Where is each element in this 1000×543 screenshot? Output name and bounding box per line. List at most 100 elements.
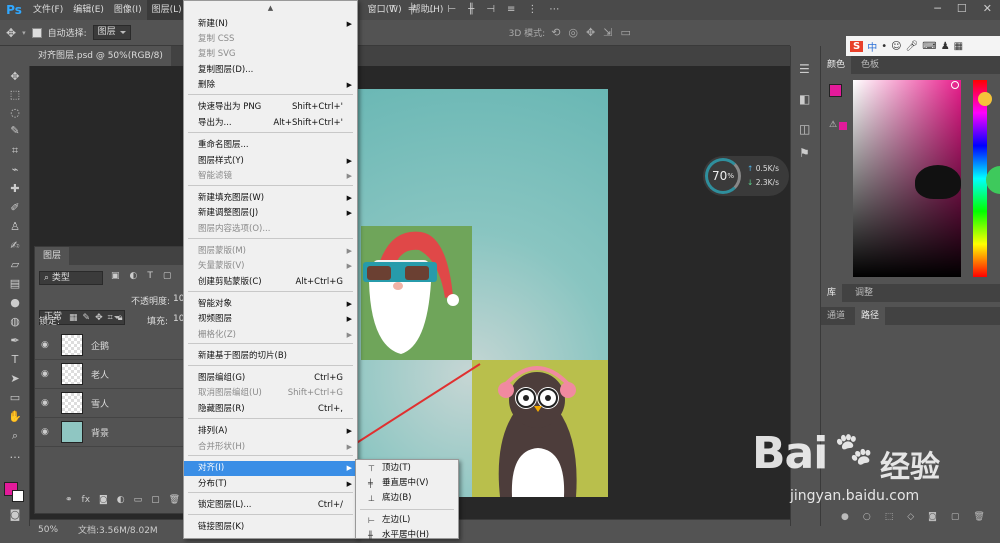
lock-paint-icon[interactable]: ✎ bbox=[83, 313, 91, 323]
tab-adjustments[interactable]: 调整 bbox=[849, 284, 879, 302]
mask-icon[interactable]: ◙ bbox=[99, 495, 108, 505]
crop-tool-icon[interactable]: ⌗ bbox=[7, 144, 23, 158]
visibility-eye-icon[interactable]: ◉ bbox=[41, 398, 55, 408]
align-vcenter-icon[interactable]: ╪ bbox=[409, 4, 415, 16]
menu-item[interactable]: 视频图层 ▶ bbox=[184, 312, 357, 327]
menu-layer[interactable]: 图层(L) bbox=[146, 0, 187, 20]
image-filter-icon[interactable]: ▣ bbox=[111, 271, 120, 285]
adjust-icon[interactable]: ◫ bbox=[799, 122, 810, 136]
maximize-icon[interactable]: ☐ bbox=[957, 2, 967, 18]
tab-channels[interactable]: 通道 bbox=[821, 307, 851, 325]
new-layer-icon[interactable]: ▢ bbox=[151, 495, 160, 505]
color-picker-cursor[interactable] bbox=[951, 81, 959, 89]
gamut-swatch[interactable] bbox=[839, 122, 847, 130]
move-tool-icon[interactable]: ✥ bbox=[7, 70, 23, 84]
menu-item[interactable]: 链接图层(K) bbox=[184, 520, 357, 535]
align-submenu-item[interactable]: ╪ 垂直居中(V) bbox=[356, 476, 458, 491]
history-brush-tool-icon[interactable]: ✍ bbox=[7, 239, 23, 253]
type-filter-icon[interactable]: T bbox=[147, 271, 153, 285]
marquee-tool-icon[interactable]: ⬚ bbox=[7, 88, 23, 102]
trash-icon[interactable]: 🗑︎ bbox=[169, 495, 180, 505]
align-submenu-item[interactable]: ⊥ 底边(B) bbox=[356, 491, 458, 506]
healing-tool-icon[interactable]: ✚ bbox=[7, 182, 23, 196]
menu-item[interactable]: 新建基于图层的切片(B) bbox=[184, 349, 357, 364]
pen-tool-icon[interactable]: ✒ bbox=[7, 334, 23, 348]
menu-item[interactable]: 分布(T) ▶ bbox=[184, 477, 357, 492]
tab-paths[interactable]: 路径 bbox=[855, 307, 886, 325]
blur-tool-icon[interactable]: ● bbox=[7, 296, 23, 310]
align-right-icon[interactable]: ⊣ bbox=[486, 4, 495, 16]
punctuation-icon[interactable]: • bbox=[881, 41, 887, 52]
more-tools-icon[interactable]: … bbox=[7, 448, 23, 462]
adjustment-filter-icon[interactable]: ◐ bbox=[130, 271, 138, 285]
menu-edit[interactable]: 编辑(E) bbox=[68, 0, 109, 20]
adjustment-icon[interactable]: ◐ bbox=[117, 495, 125, 505]
layer-row[interactable]: ◉ 企鹅 bbox=[35, 331, 185, 360]
type-tool-icon[interactable]: T bbox=[7, 353, 23, 367]
gradient-tool-icon[interactable]: ▤ bbox=[7, 277, 23, 291]
tab-libraries[interactable]: 库 bbox=[821, 284, 843, 302]
distribute-horizontal-icon[interactable]: ⋯ bbox=[549, 4, 559, 16]
align-bottom-icon[interactable]: ⊥ bbox=[427, 4, 436, 16]
layer-row[interactable]: ◉ 背景 bbox=[35, 418, 185, 447]
menu-file[interactable]: 文件(F) bbox=[28, 0, 68, 20]
emoji-icon[interactable]: ☺ bbox=[891, 41, 901, 52]
zoom-tool-icon[interactable]: ⌕ bbox=[7, 429, 23, 443]
menu-item[interactable]: 创建剪贴蒙版(C) Alt+Ctrl+G bbox=[184, 275, 357, 290]
document-tab[interactable]: 对齐图层.psd @ 50%(RGB/8) bbox=[30, 46, 171, 66]
eraser-tool-icon[interactable]: ▱ bbox=[7, 258, 23, 272]
align-submenu-item[interactable]: ╫ 水平居中(H) bbox=[356, 528, 458, 543]
microphone-icon[interactable]: 🎤︎ bbox=[906, 41, 919, 52]
close-icon[interactable]: ✕ bbox=[983, 2, 992, 18]
quick-mask-icon[interactable]: ◙ bbox=[7, 508, 23, 522]
menu-item[interactable]: 新建(N) ▶ bbox=[184, 17, 357, 32]
background-color-swatch[interactable] bbox=[12, 490, 24, 502]
auto-select-checkbox[interactable] bbox=[31, 27, 42, 38]
keyboard-icon[interactable]: ⌨ bbox=[922, 41, 936, 52]
menu-item[interactable]: 快速导出为 PNG Shift+Ctrl+' bbox=[184, 100, 357, 115]
minimize-icon[interactable]: ─ bbox=[934, 2, 941, 18]
menu-item[interactable]: 隐藏图层(R) Ctrl+, bbox=[184, 402, 357, 417]
rectangle-tool-icon[interactable]: ▭ bbox=[7, 391, 23, 405]
eyedropper-tool-icon[interactable]: ⌁ bbox=[7, 163, 23, 177]
shape-filter-icon[interactable]: ▢ bbox=[163, 271, 172, 285]
toolbox-icon[interactable]: ▦ bbox=[954, 41, 963, 52]
menu-item[interactable]: 新建填充图层(W) ▶ bbox=[184, 191, 357, 206]
visibility-eye-icon[interactable]: ◉ bbox=[41, 427, 55, 437]
layer-filter-dropdown[interactable]: ⌕ 类型 bbox=[39, 271, 103, 285]
chevron-down-icon[interactable]: ▾ bbox=[22, 29, 26, 37]
path-select-tool-icon[interactable]: ➤ bbox=[7, 372, 23, 386]
fx-icon[interactable]: fx bbox=[82, 495, 91, 505]
tab-swatches[interactable]: 色板 bbox=[855, 56, 885, 74]
visibility-eye-icon[interactable]: ◉ bbox=[41, 369, 55, 379]
skin-icon[interactable]: ♟ bbox=[941, 41, 950, 52]
menu-item[interactable]: 删除 ▶ bbox=[184, 78, 357, 93]
stamp-tool-icon[interactable]: ♙ bbox=[7, 220, 23, 234]
align-hcenter-icon[interactable]: ╫ bbox=[468, 4, 474, 16]
lock-position-icon[interactable]: ✥ bbox=[95, 313, 103, 323]
dodge-tool-icon[interactable]: ◍ bbox=[7, 315, 23, 329]
align-top-icon[interactable]: ⊤ bbox=[388, 4, 397, 16]
link-icon[interactable]: ⚭ bbox=[65, 495, 73, 505]
menu-item[interactable]: 智能对象 ▶ bbox=[184, 297, 357, 312]
menu-item[interactable]: 图层编组(G) Ctrl+G bbox=[184, 371, 357, 386]
menu-scroll-up-icon[interactable]: ▲ bbox=[184, 1, 357, 15]
menu-item[interactable]: 新建调整图层(J) ▶ bbox=[184, 206, 357, 221]
zoom-level[interactable]: 50% bbox=[38, 525, 58, 535]
history-icon[interactable]: ☰ bbox=[799, 62, 810, 76]
ime-mode[interactable]: 中 bbox=[867, 39, 877, 54]
brush-tool-icon[interactable]: ✐ bbox=[7, 201, 23, 215]
menu-image[interactable]: 图像(I) bbox=[109, 0, 147, 20]
layer-row[interactable]: ◉ 老人 bbox=[35, 360, 185, 389]
layer-row[interactable]: ◉ 雪人 bbox=[35, 389, 185, 418]
lock-pixels-icon[interactable]: ▦ bbox=[69, 313, 78, 323]
folder-icon[interactable]: ▭ bbox=[134, 495, 143, 505]
menu-item[interactable]: 重命名图层... bbox=[184, 138, 357, 153]
tab-color[interactable]: 颜色 bbox=[821, 56, 852, 74]
align-submenu-item[interactable]: ⊤ 顶边(T) bbox=[356, 461, 458, 476]
properties-icon[interactable]: ◧ bbox=[799, 92, 810, 106]
lock-artboard-icon[interactable]: ⌗ bbox=[108, 313, 113, 323]
hand-tool-icon[interactable]: ✋ bbox=[7, 410, 23, 424]
move-tool-icon[interactable]: ✥ bbox=[6, 26, 16, 40]
menu-item[interactable]: 图层样式(Y) ▶ bbox=[184, 154, 357, 169]
